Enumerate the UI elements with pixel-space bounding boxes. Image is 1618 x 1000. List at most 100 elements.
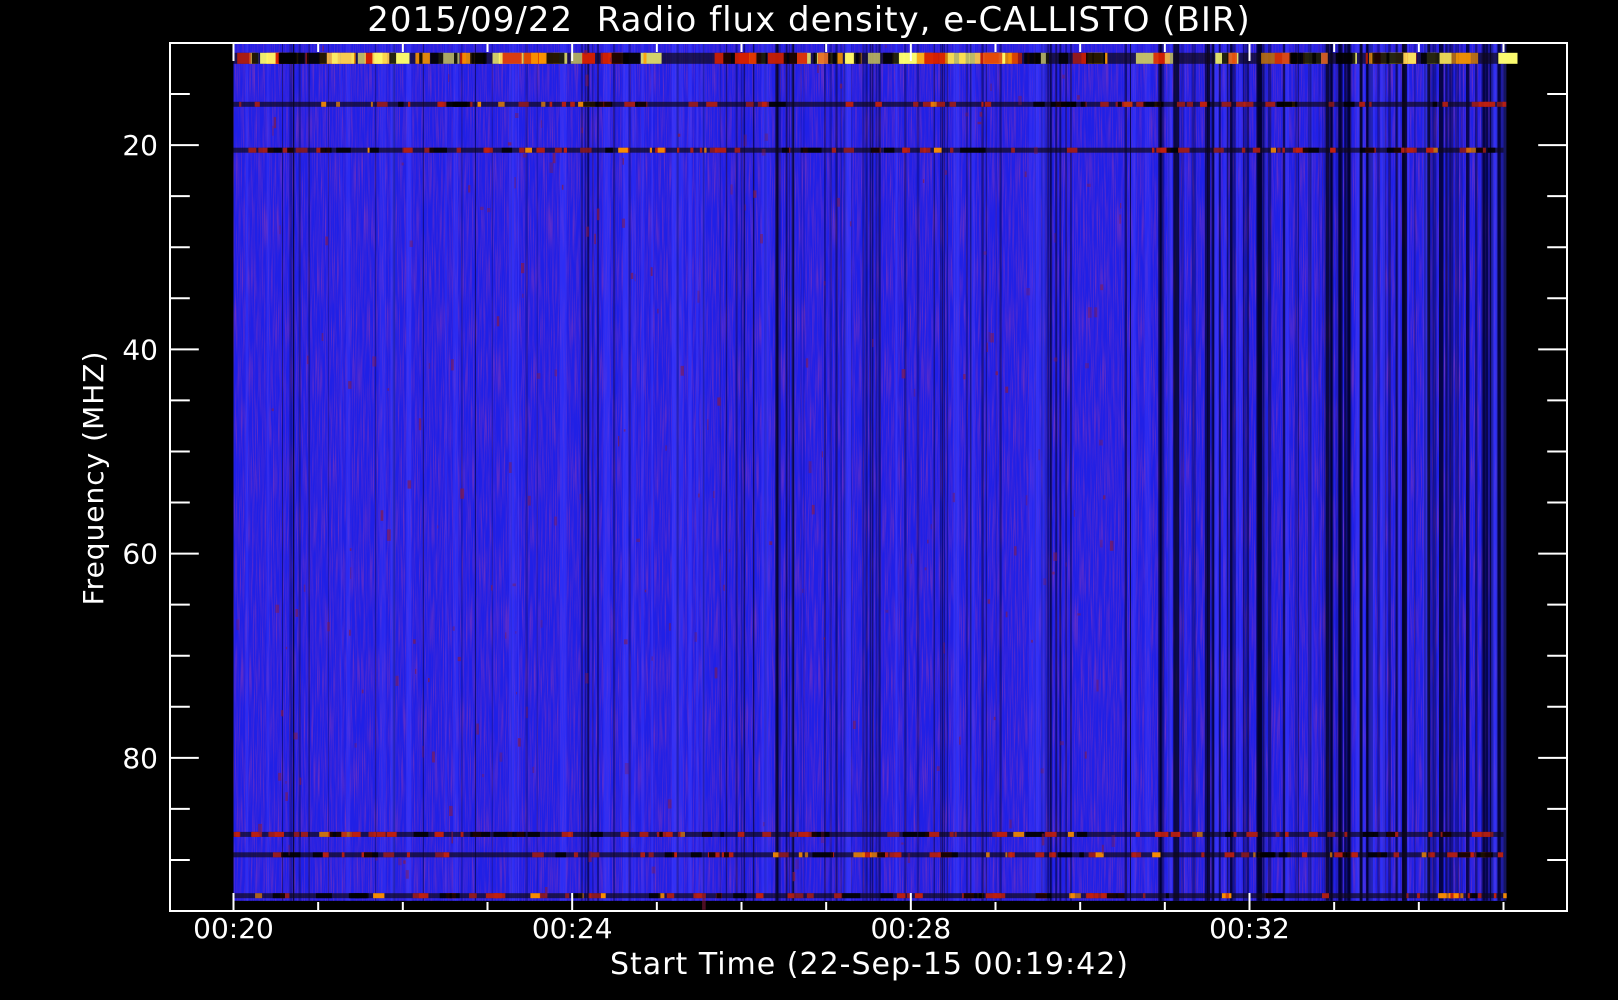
noise-patch: [823, 637, 825, 640]
blue-streak: [1285, 43, 1289, 901]
noise-patch: [505, 632, 507, 639]
dark-streak: [289, 43, 291, 901]
noise-patch: [885, 609, 889, 613]
dark-streak: [904, 43, 907, 901]
rfi-gap: [1079, 852, 1084, 858]
noise-patch: [327, 622, 330, 632]
dark-streak: [474, 43, 476, 901]
rfi-gap: [281, 852, 301, 858]
rfi-hotspot: [322, 852, 329, 858]
noise-patch: [285, 792, 288, 801]
heatmap-area: [233, 43, 1518, 910]
noise-patch: [554, 369, 557, 377]
rfi-gap: [470, 831, 491, 837]
dark-streak: [628, 43, 631, 901]
rfi-gap: [430, 52, 444, 64]
noise-patch: [910, 553, 912, 564]
noise-patch: [525, 706, 529, 719]
rfi-hotspot: [699, 147, 703, 153]
rfi-gap: [306, 52, 327, 64]
rfi-hotspot: [924, 52, 946, 64]
rfi-hotspot: [248, 147, 257, 153]
y-tick-label: 20: [122, 129, 158, 162]
noise-patch: [853, 720, 856, 729]
noise-patch: [694, 632, 698, 642]
noise-patch: [1033, 146, 1038, 154]
rfi-band-base: [233, 101, 1504, 107]
noise-patch: [644, 589, 647, 593]
noise-patch: [322, 45, 324, 52]
rfi-gap: [813, 52, 818, 64]
noise-patch: [697, 290, 700, 303]
rfi-hotspot: [1135, 831, 1140, 837]
blue-streak: [688, 43, 692, 901]
rfi-hotspot: [499, 52, 524, 64]
dark-streak: [875, 43, 878, 901]
noise-patch: [280, 710, 284, 717]
dark-streak: [725, 43, 728, 901]
noise-patch: [697, 493, 700, 498]
rfi-gap: [769, 101, 786, 107]
noise-patch: [348, 381, 352, 389]
rfi-hotspot: [386, 831, 397, 837]
blue-streak: [844, 43, 852, 901]
rfi-hotspot: [1447, 852, 1458, 858]
noise-patch: [348, 629, 351, 636]
dark-streak: [580, 43, 583, 901]
dark-streak: [1130, 43, 1131, 901]
noise-patch: [1085, 363, 1089, 369]
rfi-hotspot: [1471, 831, 1482, 837]
blue-streak: [1131, 43, 1137, 901]
dark-streak: [1066, 43, 1067, 901]
rfi-hotspot: [1241, 852, 1250, 858]
rfi-hotspot: [565, 893, 570, 899]
noise-patch: [837, 197, 841, 207]
rfi-hotspot: [1253, 852, 1256, 858]
dark-streak: [1180, 43, 1184, 901]
noise-patch: [517, 738, 521, 747]
rfi-gap: [733, 893, 747, 899]
rfi-gap: [355, 893, 369, 899]
rfi-gap: [963, 893, 985, 899]
rfi-hotspot: [580, 147, 592, 153]
rfi-hotspot: [383, 852, 395, 858]
noise-patch: [1041, 833, 1045, 846]
noise-patch: [293, 732, 298, 740]
rfi-hotspot: [336, 101, 340, 107]
rfi-hotspot: [408, 101, 411, 107]
rfi-gap: [251, 52, 259, 64]
rfi-gap: [590, 831, 603, 837]
rfi-hotspot: [1301, 852, 1308, 858]
rfi-hotspot: [992, 893, 1002, 899]
noise-patch: [499, 752, 503, 762]
rfi-gap: [611, 52, 629, 64]
noise-patch: [1054, 233, 1056, 243]
rfi-gap: [1166, 147, 1179, 153]
rfi-gap: [1373, 831, 1379, 837]
rfi-hotspot: [367, 147, 370, 153]
noise-patch: [665, 445, 667, 451]
rfi-hotspot: [1186, 101, 1193, 107]
rfi-gap: [979, 147, 986, 153]
rfi-hotspot: [902, 147, 911, 153]
rfi-gap: [781, 147, 790, 153]
rfi-hotspot: [1197, 831, 1203, 837]
noise-patch: [728, 549, 731, 553]
blue-streak: [677, 43, 684, 901]
noise-patch: [1103, 495, 1106, 500]
rfi-hotspot: [1330, 147, 1336, 153]
rfi-gap: [1302, 147, 1319, 153]
noise-patch: [623, 639, 628, 645]
heatmap-texture: [233, 43, 1504, 901]
rfi-gap: [709, 852, 716, 858]
blue-streak: [1223, 43, 1227, 901]
noise-patch: [634, 274, 636, 282]
rfi-gap: [312, 852, 323, 858]
rfi-hotspot: [913, 101, 919, 107]
noise-patch: [651, 866, 656, 874]
noise-patch: [403, 860, 406, 864]
noise-patch: [993, 716, 996, 721]
rfi-gap: [1386, 147, 1402, 153]
rfi-hotspot: [933, 147, 942, 153]
noise-patch: [307, 355, 309, 365]
